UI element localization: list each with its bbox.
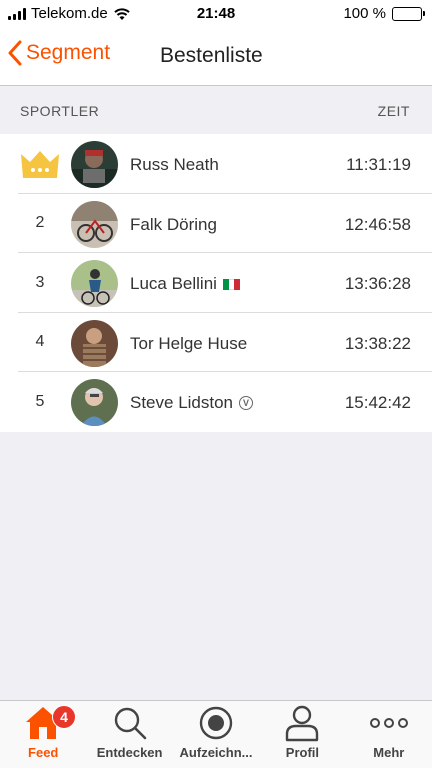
search-icon [112,701,148,745]
tab-label: Profil [285,745,320,760]
avatar [71,141,118,188]
navigation-bar: Segment Bestenliste [0,28,432,86]
tab-more[interactable]: Mehr [346,701,432,768]
page-title: Bestenliste [160,44,263,67]
rank-cell: 2 [35,214,45,231]
notification-badge: 4 [52,705,76,729]
crown-icon [21,150,59,178]
rank-cell: 3 [35,273,45,291]
leaderboard-row[interactable]: Russ Neath 11:31:19 [18,134,432,194]
avatar [71,260,118,307]
status-right: 100 % [343,5,425,22]
tab-explore[interactable]: Entdecken [86,701,172,768]
back-label: Segment [26,41,111,64]
rank-cell: 5 [35,392,45,410]
record-icon [198,701,234,745]
verified-badge-icon: V [239,396,254,410]
status-bar: Telekom.de 21:48 100 % [0,0,432,28]
battery-percent: 100 % [343,5,386,22]
athlete-name: Russ Neath [130,155,219,174]
athlete-name: Tor Helge Huse [130,333,248,353]
more-icon [369,701,409,745]
avatar [71,319,118,367]
time-column-label: ZEIT [377,103,410,119]
athlete-name: Falk Döring [130,214,217,234]
tab-feed[interactable]: 4 Feed [0,701,86,768]
athlete-time: 12:46:58 [344,214,411,234]
tab-label: Entdecken [96,745,163,760]
rank-cell: 4 [35,333,45,350]
athlete-time: 11:31:19 [346,155,411,174]
tab-record[interactable]: Aufzeichn... [173,701,259,768]
profile-icon [284,701,320,745]
athlete-time: 13:36:28 [344,274,411,293]
chevron-left-icon [8,40,22,66]
athlete-column-label: SPORTLER [20,103,100,119]
leaderboard-row[interactable]: 4 Tor Helge Huse 13:38:22 [18,313,432,372]
battery-icon [392,6,425,21]
athlete-name: Luca Bellini [130,274,240,294]
athlete-time: 15:42:42 [344,393,411,412]
avatar [71,200,118,248]
tab-label: Mehr [373,745,405,760]
tab-bar: 4 Feed Entdecken Aufzeichn... Profil Meh… [0,700,432,768]
italy-flag-icon [222,278,240,290]
leaderboard-row[interactable]: 3 Luca Bellini 13:36:28 [18,253,432,313]
column-header: SPORTLER ZEIT [0,86,432,134]
leaderboard-row[interactable]: 2 Falk Döring 12:46:58 [18,194,432,253]
leaderboard-list: Russ Neath 11:31:19 2 Falk Döring 12:46:… [0,134,432,432]
leaderboard-row[interactable]: 5 Steve Lidston V 15:42:42 [18,372,432,432]
back-button[interactable]: Segment [8,40,110,66]
tab-profile[interactable]: Profil [259,701,345,768]
athlete-time: 13:38:22 [344,333,411,353]
avatar [71,379,118,426]
tab-label: Feed [28,745,59,760]
athlete-name: Steve Lidston V [130,393,254,413]
rank-cell [18,134,62,193]
tab-label: Aufzeichn... [179,745,253,760]
